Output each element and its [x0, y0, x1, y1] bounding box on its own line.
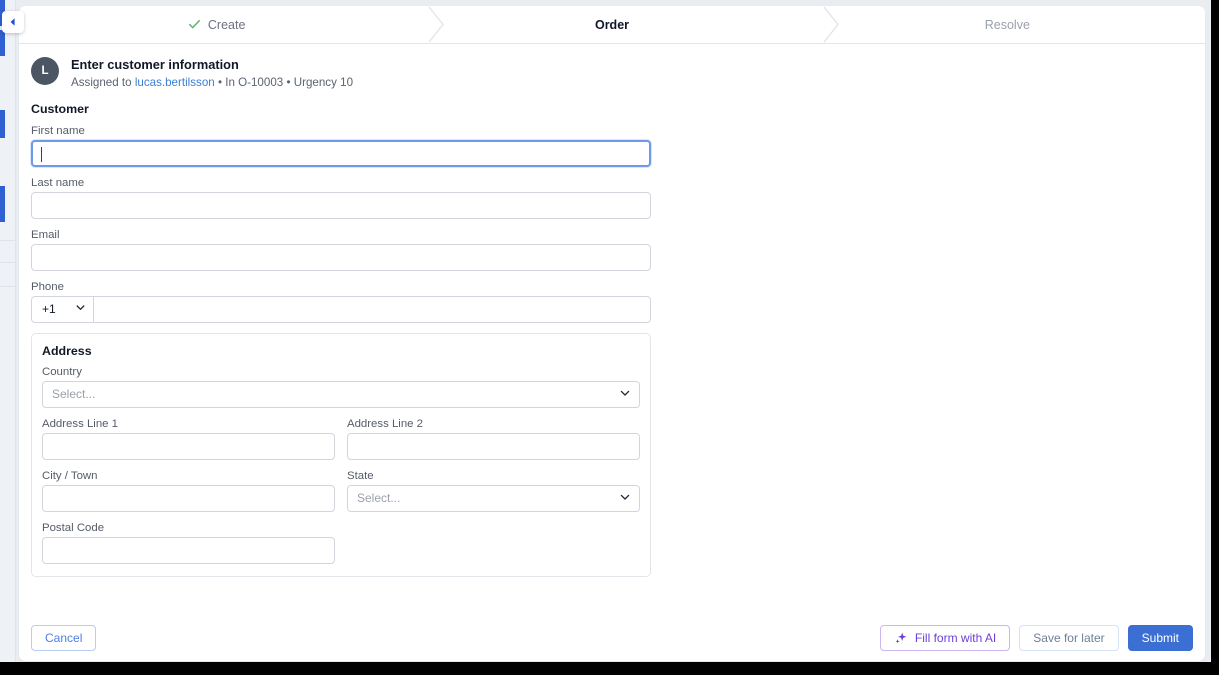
submit-button[interactable]: Submit [1127, 625, 1193, 651]
stepper-step-order-label: Order [594, 17, 630, 32]
rail-indicator-2[interactable] [0, 30, 5, 56]
field-postal-code: Postal Code [42, 522, 335, 564]
check-icon [188, 18, 201, 31]
field-state: State Select... [347, 470, 640, 512]
section-title-address: Address [42, 343, 92, 358]
save-for-later-button[interactable]: Save for later [1019, 625, 1119, 651]
state-select[interactable]: Select... [347, 484, 640, 512]
form-footer: Cancel Fill form with AI Save for later … [19, 615, 1205, 661]
sparkle-icon [894, 631, 908, 645]
footer-actions: Fill form with AI Save for later Submit [879, 625, 1193, 651]
panel-body: L Enter customer information Assigned to… [19, 44, 1205, 661]
city-state-row: City / Town State Select... [42, 470, 640, 512]
stepper-step-create[interactable]: Create [19, 6, 414, 43]
rail-indicator-4[interactable] [0, 186, 5, 222]
task-meta: Assigned to lucas.bertilsson • In O-1000… [71, 74, 353, 91]
task-header-text: Enter customer information Assigned to l… [71, 56, 353, 92]
phone-country-code-value: +1 [42, 302, 56, 317]
app-window: Create Order Resolve L Enter customer in… [0, 0, 1219, 675]
stepper-step-order[interactable]: Order [414, 6, 809, 43]
postal-code-label: Postal Code [42, 521, 105, 534]
rail-divider-3 [0, 286, 16, 287]
last-name-input[interactable] [31, 191, 651, 219]
email-label: Email [31, 228, 60, 241]
fill-form-with-ai-label: Fill form with AI [914, 631, 997, 645]
field-address-line-2: Address Line 2 [347, 418, 640, 460]
city-label: City / Town [42, 469, 98, 482]
section-title-customer: Customer [31, 101, 89, 116]
field-first-name: First name [31, 125, 669, 167]
field-city: City / Town [42, 470, 335, 512]
field-email: Email [31, 229, 669, 271]
workflow-stepper: Create Order Resolve [19, 6, 1205, 44]
first-name-input[interactable] [31, 139, 651, 167]
main-panel: Create Order Resolve L Enter customer in… [19, 6, 1205, 661]
chevron-left-icon [8, 17, 18, 27]
chevron-down-icon [619, 387, 631, 402]
postal-code-input[interactable] [42, 536, 335, 564]
field-last-name: Last name [31, 177, 669, 219]
rail-divider-1 [0, 240, 16, 241]
window-frame-bottom [0, 662, 1219, 675]
task-meta-suffix: • In O-10003 • Urgency 10 [214, 76, 354, 90]
chevron-down-icon [619, 491, 631, 506]
fill-form-with-ai-button[interactable]: Fill form with AI [879, 625, 1011, 651]
rail-divider-2 [0, 262, 16, 263]
country-select-value: Select... [52, 387, 96, 402]
email-input[interactable] [31, 243, 651, 271]
phone-country-code-select[interactable]: +1 [31, 295, 93, 323]
rail-indicator-3[interactable] [0, 110, 5, 138]
window-frame-right [1211, 0, 1219, 675]
state-label: State [347, 469, 374, 482]
address-line-1-input[interactable] [42, 432, 335, 460]
stepper-step-resolve-label: Resolve [984, 17, 1030, 32]
city-input[interactable] [42, 484, 335, 512]
field-country: Country Select... [42, 366, 640, 408]
first-name-label: First name [31, 124, 85, 137]
country-select[interactable]: Select... [42, 380, 640, 408]
phone-number-input[interactable] [93, 295, 651, 323]
avatar: L [31, 57, 59, 85]
address-line-1-label: Address Line 1 [42, 417, 118, 430]
task-assignee-link[interactable]: lucas.bertilsson [135, 76, 215, 89]
left-sidebar-rail [0, 0, 16, 662]
stepper-step-resolve[interactable]: Resolve [810, 6, 1205, 43]
address-lines-row: Address Line 1 Address Line 2 [42, 418, 640, 460]
task-title: Enter customer information [71, 57, 239, 72]
sidebar-collapse-button[interactable] [2, 11, 24, 33]
address-line-2-input[interactable] [347, 432, 640, 460]
text-caret [41, 146, 42, 162]
cancel-button[interactable]: Cancel [31, 625, 97, 651]
address-card: Address Country Select... Address Line 1… [31, 332, 651, 577]
customer-form: Customer First name Last name Email Phon… [19, 92, 669, 577]
country-label: Country [42, 365, 82, 378]
phone-label: Phone [31, 280, 64, 293]
field-address-line-1: Address Line 1 [42, 418, 335, 460]
chevron-down-icon [75, 302, 86, 316]
address-line-2-label: Address Line 2 [347, 417, 423, 430]
last-name-label: Last name [31, 176, 85, 189]
stepper-step-create-label: Create [207, 17, 246, 32]
phone-row: +1 [31, 295, 651, 323]
field-phone: Phone +1 [31, 281, 669, 323]
task-header: L Enter customer information Assigned to… [19, 44, 1205, 92]
task-meta-prefix: Assigned to [71, 76, 135, 90]
state-select-value: Select... [357, 491, 401, 506]
